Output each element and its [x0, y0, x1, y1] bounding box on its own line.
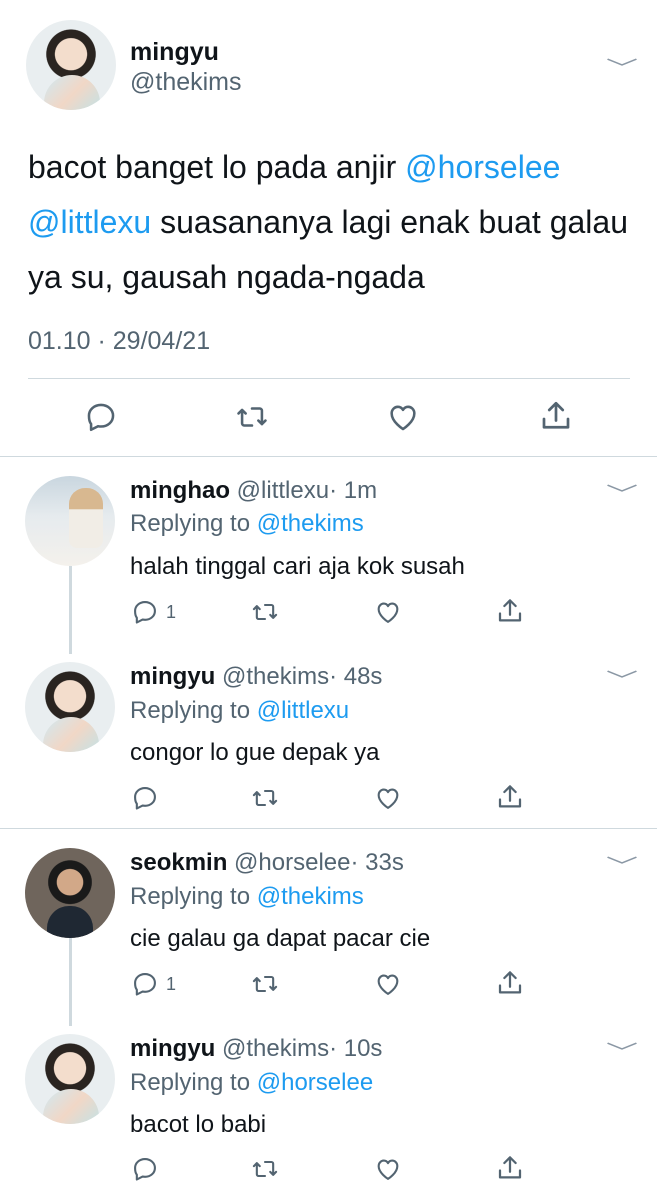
thread-connector — [69, 566, 72, 654]
author-handle[interactable]: @littlexu — [237, 477, 329, 504]
replying-to: Replying to @thekims — [130, 883, 364, 911]
retweet-icon[interactable] — [250, 784, 280, 812]
divider — [28, 378, 630, 379]
avatar[interactable] — [25, 476, 115, 566]
chevron-down-icon[interactable]: ﹀ — [606, 664, 638, 693]
reply-count: 1 — [166, 974, 177, 994]
divider — [0, 828, 657, 829]
author-handle[interactable]: @thekims — [222, 1035, 329, 1062]
mention-link[interactable]: @thekims — [257, 510, 364, 537]
reply-text: halah tinggal cari aja kok susah — [130, 553, 465, 580]
thread-connector — [69, 938, 72, 1026]
mention-link[interactable]: @littlexu — [257, 697, 349, 724]
reply-text: bacot lo babi — [130, 1111, 267, 1138]
author-name[interactable]: minghao — [130, 477, 230, 504]
reply-author[interactable]: mingyu @thekims· 48s — [130, 663, 382, 691]
share-icon[interactable] — [495, 1153, 525, 1183]
retweet-icon[interactable] — [250, 970, 280, 998]
reply-time: · 1m — [329, 477, 378, 504]
like-icon[interactable] — [373, 598, 403, 626]
like-icon[interactable] — [373, 784, 403, 812]
chevron-down-icon[interactable]: ﹀ — [606, 478, 638, 507]
replying-to: Replying to @horselee — [130, 1069, 373, 1097]
reply-time: · 10s — [329, 1035, 383, 1062]
share-icon[interactable] — [495, 782, 525, 812]
reply-author[interactable]: minghao @littlexu· 1m — [130, 477, 377, 505]
reply-count: 1 — [166, 602, 177, 622]
mention-link[interactable]: @thekims — [257, 883, 364, 910]
replying-to: Replying to @littlexu — [130, 697, 349, 725]
author-name[interactable]: seokmin — [130, 849, 227, 876]
chevron-down-icon[interactable]: ﹀ — [606, 52, 638, 81]
reply-icon[interactable] — [131, 784, 159, 812]
retweet-icon[interactable] — [250, 1155, 280, 1183]
replying-to-label: Replying to — [130, 883, 257, 910]
reply-icon[interactable] — [131, 970, 159, 998]
reply-author[interactable]: mingyu @thekims· 10s — [130, 1035, 382, 1063]
replying-to-label: Replying to — [130, 510, 257, 537]
author-handle[interactable]: @thekims — [222, 663, 329, 690]
replying-to-label: Replying to — [130, 697, 257, 724]
author-handle[interactable]: @thekims — [130, 68, 242, 97]
share-icon[interactable] — [495, 968, 525, 998]
avatar[interactable] — [25, 1034, 115, 1124]
share-icon[interactable] — [538, 398, 574, 434]
like-icon[interactable] — [385, 400, 421, 434]
like-icon[interactable] — [373, 1155, 403, 1183]
avatar[interactable] — [26, 20, 116, 110]
tweet-timestamp: 01.10 · 29/04/21 — [28, 327, 211, 355]
tweet-thread-screen: mingyu @thekims ﹀ bacot banget lo pada a… — [0, 0, 657, 1200]
tweet-text-part: bacot banget lo pada anjir — [28, 149, 406, 185]
reply-time: · 33s — [350, 849, 404, 876]
author-name[interactable]: mingyu — [130, 1035, 215, 1062]
reply-icon[interactable] — [131, 1155, 159, 1183]
reply-author[interactable]: seokmin @horselee· 33s — [130, 849, 404, 877]
tweet-text: bacot banget lo pada anjir @horselee @lit… — [28, 140, 628, 305]
avatar[interactable] — [25, 848, 115, 938]
chevron-down-icon[interactable]: ﹀ — [606, 850, 638, 879]
reply-icon[interactable] — [131, 598, 159, 626]
author-name[interactable]: mingyu — [130, 38, 219, 67]
divider — [0, 456, 657, 457]
replying-to: Replying to @thekims — [130, 510, 364, 538]
mention-link[interactable]: @horselee — [257, 1069, 373, 1096]
reply-text: congor lo gue depak ya — [130, 739, 380, 766]
mention-link[interactable]: @littlexu — [28, 204, 151, 240]
author-name[interactable]: mingyu — [130, 663, 215, 690]
reply-icon[interactable] — [84, 400, 118, 434]
mention-link[interactable]: @horselee — [405, 149, 560, 185]
like-icon[interactable] — [373, 970, 403, 998]
author-handle[interactable]: @horselee — [234, 849, 350, 876]
reply-time: · 48s — [329, 663, 383, 690]
avatar[interactable] — [25, 662, 115, 752]
share-icon[interactable] — [495, 596, 525, 626]
retweet-icon[interactable] — [234, 400, 270, 434]
chevron-down-icon[interactable]: ﹀ — [606, 1036, 638, 1065]
retweet-icon[interactable] — [250, 598, 280, 626]
reply-text: cie galau ga dapat pacar cie — [130, 925, 431, 952]
replying-to-label: Replying to — [130, 1069, 257, 1096]
